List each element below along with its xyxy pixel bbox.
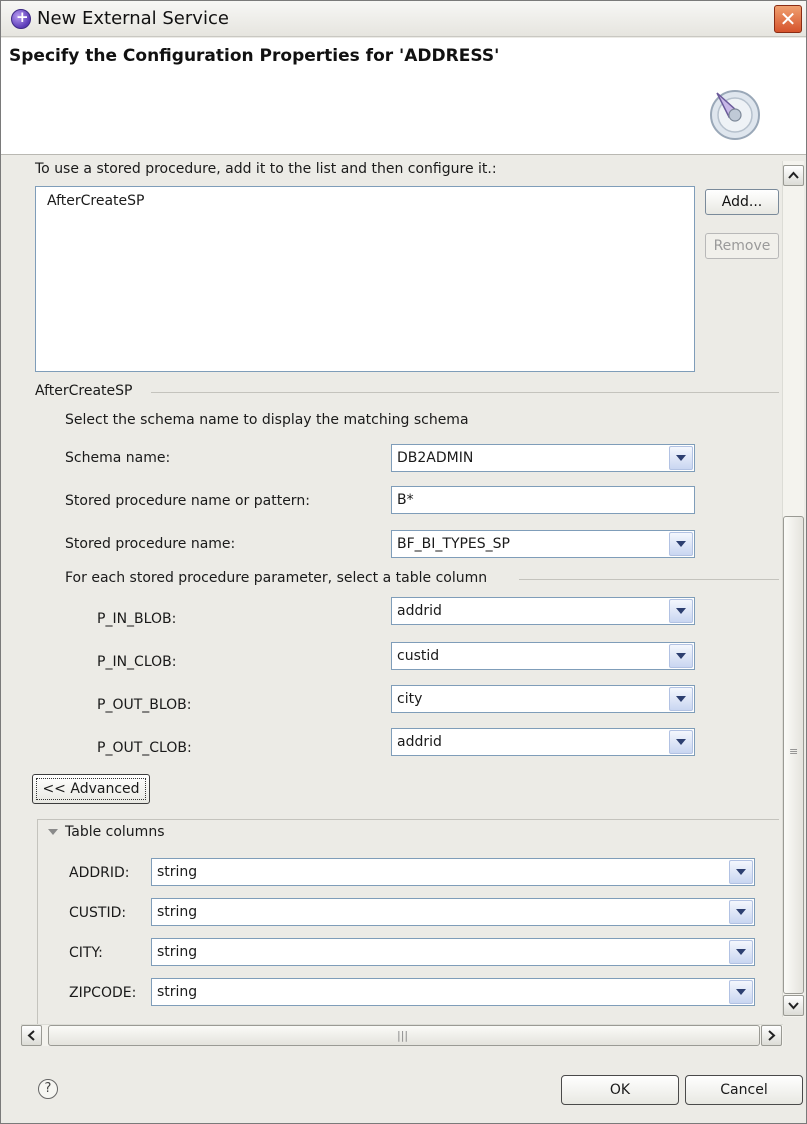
scroll-left-button[interactable] bbox=[21, 1025, 42, 1046]
remove-button[interactable]: Remove bbox=[705, 233, 779, 259]
advanced-toggle-button[interactable]: << Advanced bbox=[32, 774, 150, 804]
param-value: custid bbox=[397, 648, 440, 664]
close-button[interactable]: ✕ bbox=[774, 5, 802, 33]
chevron-down-icon[interactable] bbox=[729, 860, 753, 884]
sp-name-combo[interactable]: BF_BI_TYPES_SP bbox=[391, 530, 695, 558]
dialog-window: New External Service ✕ Specify the Confi… bbox=[0, 0, 807, 1124]
params-group-title: For each stored procedure parameter, sel… bbox=[65, 570, 488, 586]
chevron-down-icon[interactable] bbox=[729, 900, 753, 924]
param-label: P_OUT_CLOB: bbox=[97, 740, 192, 756]
column-type-value: string bbox=[157, 944, 198, 960]
chevron-down-icon[interactable] bbox=[669, 644, 693, 668]
column-type-combo[interactable]: string bbox=[151, 858, 755, 886]
column-type-value: string bbox=[157, 984, 198, 1000]
chevron-down-icon[interactable] bbox=[729, 980, 753, 1004]
help-icon[interactable]: ? bbox=[38, 1079, 58, 1099]
title-bar[interactable]: New External Service ✕ bbox=[1, 1, 806, 37]
param-combo[interactable]: custid bbox=[391, 642, 695, 670]
sp-name-value: BF_BI_TYPES_SP bbox=[397, 536, 510, 552]
sp-pattern-value: B* bbox=[397, 492, 414, 508]
procedure-group-title: AfterCreateSP bbox=[35, 383, 133, 399]
param-label: P_IN_CLOB: bbox=[97, 654, 177, 670]
scroll-up-button[interactable] bbox=[783, 165, 804, 186]
param-label: P_IN_BLOB: bbox=[97, 611, 177, 627]
cancel-button[interactable]: Cancel bbox=[685, 1075, 803, 1105]
horizontal-scrollbar[interactable]: ||| bbox=[21, 1024, 783, 1046]
page-title: Specify the Configuration Properties for… bbox=[9, 46, 500, 66]
param-value: addrid bbox=[397, 734, 442, 750]
app-icon bbox=[11, 8, 31, 29]
param-value: addrid bbox=[397, 603, 442, 619]
chevron-down-icon[interactable] bbox=[669, 687, 693, 711]
scroll-down-button[interactable] bbox=[783, 995, 804, 1016]
grip-icon: ≡ bbox=[789, 745, 799, 758]
param-combo[interactable]: addrid bbox=[391, 728, 695, 756]
group-divider bbox=[151, 392, 779, 393]
table-columns-title[interactable]: Table columns bbox=[65, 824, 164, 840]
column-label: CITY: bbox=[69, 945, 103, 961]
column-type-value: string bbox=[157, 864, 198, 880]
column-label: ZIPCODE: bbox=[69, 985, 137, 1001]
table-columns-section bbox=[37, 819, 779, 1039]
chevron-down-icon[interactable] bbox=[669, 599, 693, 623]
grip-icon: ||| bbox=[397, 1029, 409, 1042]
column-type-combo[interactable]: string bbox=[151, 938, 755, 966]
column-type-value: string bbox=[157, 904, 198, 920]
column-type-combo[interactable]: string bbox=[151, 978, 755, 1006]
column-label: ADDRID: bbox=[69, 865, 130, 881]
list-item[interactable]: AfterCreateSP bbox=[47, 193, 144, 209]
scroll-right-button[interactable] bbox=[761, 1025, 782, 1046]
param-value: city bbox=[397, 691, 423, 707]
chevron-down-icon[interactable] bbox=[669, 730, 693, 754]
scroll-thumb[interactable]: ||| bbox=[48, 1025, 760, 1046]
vertical-scrollbar[interactable]: ≡ bbox=[782, 161, 804, 1017]
schema-name-label: Schema name: bbox=[65, 450, 171, 466]
close-icon: ✕ bbox=[779, 7, 797, 31]
schema-name-combo[interactable]: DB2ADMIN bbox=[391, 444, 695, 472]
chevron-left-icon bbox=[27, 1030, 35, 1041]
add-button[interactable]: Add... bbox=[705, 189, 779, 215]
param-combo[interactable]: city bbox=[391, 685, 695, 713]
params-divider bbox=[519, 579, 779, 580]
column-type-combo[interactable]: string bbox=[151, 898, 755, 926]
wizard-banner-icon bbox=[710, 90, 760, 140]
schema-hint: Select the schema name to display the ma… bbox=[65, 412, 469, 428]
chevron-up-icon bbox=[788, 171, 799, 179]
scroll-thumb[interactable]: ≡ bbox=[783, 516, 804, 994]
chevron-down-icon[interactable] bbox=[669, 532, 693, 556]
schema-name-value: DB2ADMIN bbox=[397, 450, 474, 466]
expand-triangle-icon[interactable] bbox=[48, 829, 58, 835]
chevron-down-icon[interactable] bbox=[729, 940, 753, 964]
sp-pattern-input[interactable]: B* bbox=[391, 486, 695, 514]
param-label: P_OUT_BLOB: bbox=[97, 697, 192, 713]
window-title: New External Service bbox=[37, 8, 229, 29]
chevron-down-icon[interactable] bbox=[669, 446, 693, 470]
sp-name-label: Stored procedure name: bbox=[65, 536, 236, 552]
chevron-right-icon bbox=[768, 1030, 776, 1041]
procedure-list[interactable]: AfterCreateSP bbox=[35, 186, 695, 372]
param-combo[interactable]: addrid bbox=[391, 597, 695, 625]
sp-pattern-label: Stored procedure name or pattern: bbox=[65, 493, 310, 509]
chevron-down-icon bbox=[788, 1002, 799, 1010]
column-label: CUSTID: bbox=[69, 905, 127, 921]
ok-button[interactable]: OK bbox=[561, 1075, 679, 1105]
procedure-instruction: To use a stored procedure, add it to the… bbox=[35, 161, 497, 177]
